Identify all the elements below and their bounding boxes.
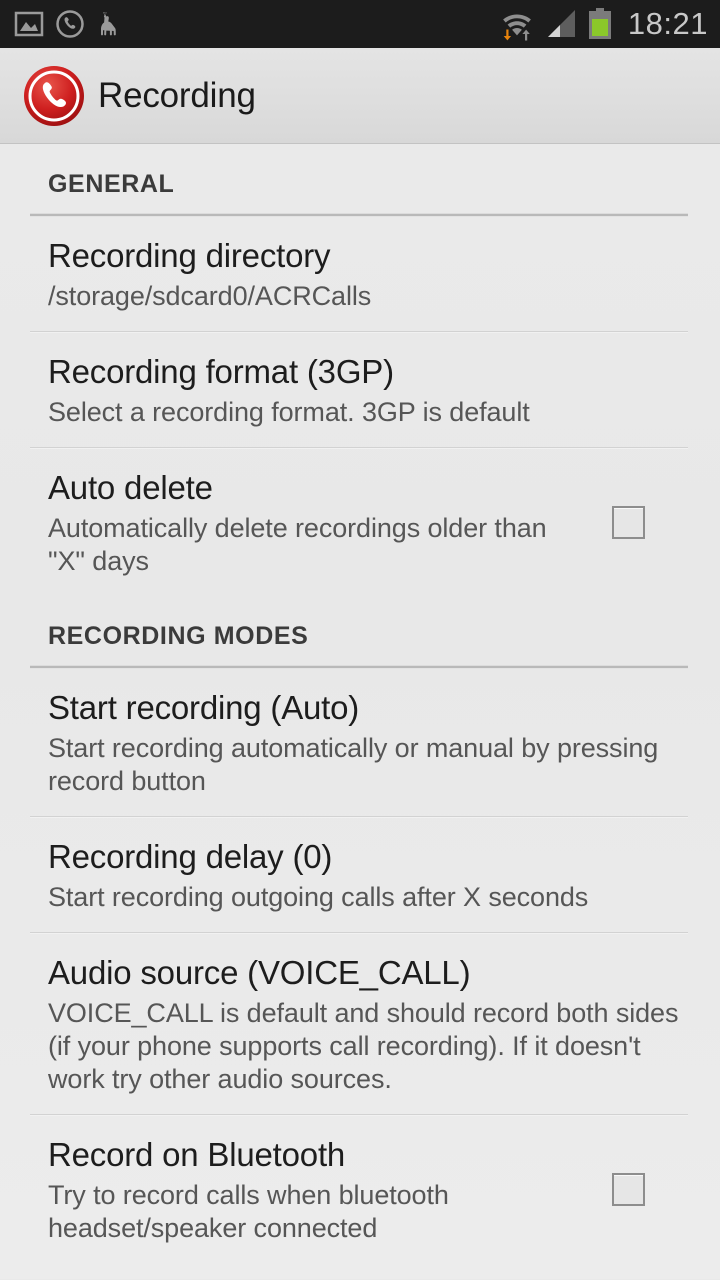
pref-widget xyxy=(568,506,688,539)
pref-row-recording-delay[interactable]: Recording delay (0) Start recording outg… xyxy=(0,818,720,932)
call-recorder-icon[interactable] xyxy=(22,64,86,128)
status-system-icons: 18:21 xyxy=(499,0,708,48)
pref-summary: Automatically delete recordings older th… xyxy=(48,513,547,576)
wifi-icon xyxy=(503,14,531,41)
phone-circle-icon xyxy=(56,10,84,38)
pref-summary: Select a recording format. 3GP is defaul… xyxy=(48,397,530,427)
pref-title: Record on Bluetooth xyxy=(48,1136,346,1173)
status-bar[interactable]: 18:21 xyxy=(0,0,720,48)
pref-row-recording-format[interactable]: Recording format (3GP) Select a recordin… xyxy=(0,333,720,447)
section-title: GENERAL xyxy=(48,170,175,198)
section-header-recording-modes: RECORDING MODES xyxy=(0,596,720,659)
pref-title: Auto delete xyxy=(48,469,213,506)
pref-row-recording-directory[interactable]: Recording directory /storage/sdcard0/ACR… xyxy=(0,217,720,331)
pref-text: Recording format (3GP) Select a recordin… xyxy=(48,351,688,429)
pref-text: Recording delay (0) Start recording outg… xyxy=(48,836,688,914)
pref-text: Recording directory /storage/sdcard0/ACR… xyxy=(48,235,688,313)
page-title: Recording xyxy=(98,75,256,115)
pref-summary: Start recording outgoing calls after X s… xyxy=(48,882,589,912)
image-icon xyxy=(14,11,44,37)
preference-list[interactable]: GENERAL Recording directory /storage/sdc… xyxy=(0,144,720,1279)
status-notification-icons xyxy=(14,9,499,39)
pref-text: Record on Bluetooth Try to record calls … xyxy=(48,1134,568,1245)
pref-widget xyxy=(568,1173,688,1206)
pref-text: Start recording (Auto) Start recording a… xyxy=(48,687,688,798)
cellular-signal-icon xyxy=(547,10,575,37)
auto-delete-checkbox[interactable] xyxy=(611,506,645,539)
pref-row-record-on-bluetooth[interactable]: Record on Bluetooth Try to record calls … xyxy=(0,1116,720,1263)
status-clock: 18:21 xyxy=(627,6,708,41)
pref-summary: Try to record calls when bluetooth heads… xyxy=(48,1180,449,1243)
pref-row-audio-source[interactable]: Audio source (VOICE_CALL) VOICE_CALL is … xyxy=(0,934,720,1114)
pref-row-start-recording[interactable]: Start recording (Auto) Start recording a… xyxy=(0,669,720,816)
pref-summary: /storage/sdcard0/ACRCalls xyxy=(48,281,372,311)
pref-title: Recording format (3GP) xyxy=(48,353,394,390)
pref-text: Audio source (VOICE_CALL) VOICE_CALL is … xyxy=(48,952,688,1096)
pref-summary: Start recording automatically or manual … xyxy=(48,733,659,796)
pref-row-auto-delete[interactable]: Auto delete Automatically delete recordi… xyxy=(0,449,720,596)
pref-title: Recording directory xyxy=(48,237,331,274)
pref-title: Start recording (Auto) xyxy=(48,689,360,726)
pref-title: Audio source (VOICE_CALL) xyxy=(48,954,471,991)
pref-summary: VOICE_CALL is default and should record … xyxy=(48,998,679,1094)
battery-icon xyxy=(588,8,611,39)
pref-text: Auto delete Automatically delete recordi… xyxy=(48,467,568,578)
section-header-general: GENERAL xyxy=(0,144,720,207)
record-on-bluetooth-checkbox[interactable] xyxy=(611,1173,645,1206)
pref-title: Recording delay (0) xyxy=(48,838,333,875)
action-bar[interactable]: Recording xyxy=(0,48,720,144)
section-title: RECORDING MODES xyxy=(48,622,309,650)
app-screen: 18:21 Recording GENERAL Recording direct… xyxy=(0,0,720,1280)
llama-icon xyxy=(101,12,116,36)
